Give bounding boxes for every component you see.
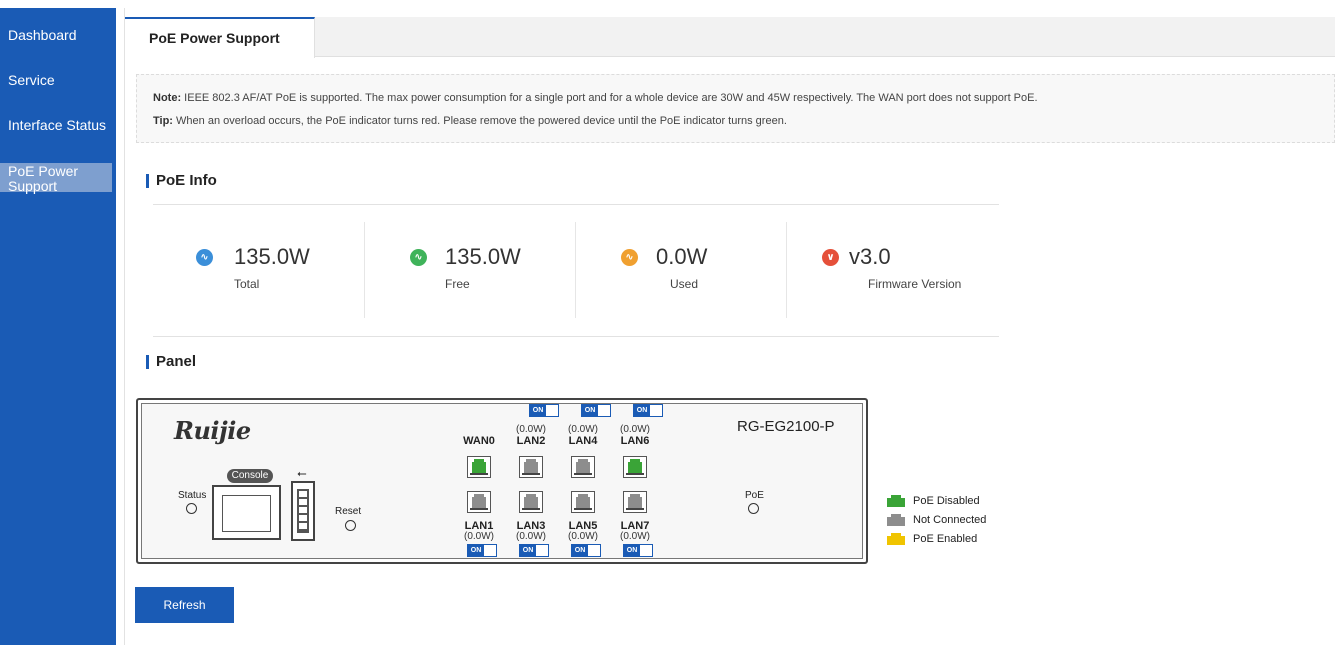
info-total-label: Total (234, 277, 260, 291)
refresh-button[interactable]: Refresh (135, 587, 234, 623)
chevron-down-icon: ∨ (822, 249, 839, 266)
console-port (212, 485, 281, 540)
pulse-icon: ∿ (410, 249, 427, 266)
port-lan2 (519, 456, 543, 478)
info-free: ∿ 135.0W Free (365, 222, 576, 318)
pulse-icon: ∿ (196, 249, 213, 266)
usb-icon: ⭠ (297, 466, 307, 480)
port-watt-lan7: (0.0W) (620, 531, 650, 542)
panel-title: Panel (146, 353, 196, 370)
info-used: ∿ 0.0W Used (576, 222, 787, 318)
usb-port (291, 481, 315, 541)
info-used-value: 0.0W (656, 244, 708, 269)
tip-prefix: Tip: (153, 115, 173, 127)
port-swatch-icon (887, 495, 905, 507)
tip-text: When an overload occurs, the PoE indicat… (176, 115, 787, 127)
info-total-value: 135.0W (234, 244, 310, 269)
port-watt-lan6: (0.0W) (620, 424, 650, 435)
info-total: ∿ 135.0W Total (153, 222, 364, 318)
status-led (186, 503, 197, 514)
port-label-lan4: LAN4 (568, 435, 598, 447)
note-text: IEEE 802.3 AF/AT PoE is supported. The m… (184, 92, 1038, 104)
info-free-value: 135.0W (445, 244, 521, 269)
info-firmware-value: v3.0 (849, 244, 891, 269)
tab-poe-power-support[interactable]: PoE Power Support (125, 17, 315, 58)
pulse-icon: ∿ (621, 249, 638, 266)
info-used-label: Used (670, 277, 699, 291)
info-free-label: Free (445, 277, 470, 291)
note-box: Note: IEEE 802.3 AF/AT PoE is supported.… (136, 74, 1335, 143)
reset-label: Reset (335, 506, 362, 517)
port-swatch-icon (887, 533, 905, 545)
port-label-lan6: LAN6 (620, 435, 650, 447)
legend-label: PoE Enabled (913, 533, 978, 545)
legend-label: PoE Disabled (913, 495, 980, 507)
sidebar-item-service[interactable]: Service (0, 72, 116, 88)
port-wan0 (467, 456, 491, 478)
port-lan7 (623, 491, 647, 513)
toggle-lan7[interactable]: ON (623, 544, 653, 557)
sidebar-item-poe-power-support[interactable]: PoE Power Support (0, 163, 112, 194)
port-lan5 (571, 491, 595, 513)
port-watt-lan5: (0.0W) (568, 531, 598, 542)
console-label: Console (227, 469, 273, 483)
toggle-lan3[interactable]: ON (519, 544, 549, 557)
port-lan1 (467, 491, 491, 513)
note-prefix: Note: (153, 92, 182, 104)
tip-line: Tip: When an overload occurs, the PoE in… (153, 115, 787, 127)
divider (153, 336, 999, 337)
note-line: Note: IEEE 802.3 AF/AT PoE is supported.… (153, 92, 1038, 104)
status-label: Status (178, 490, 207, 501)
port-label-lan2: LAN2 (516, 435, 546, 447)
sidebar-item-dashboard[interactable]: Dashboard (0, 27, 116, 43)
port-watt-lan1: (0.0W) (464, 531, 494, 542)
port-watt-lan3: (0.0W) (516, 531, 546, 542)
divider (153, 204, 999, 205)
legend-label: Not Connected (913, 514, 987, 526)
toggle-lan4[interactable]: ON (581, 404, 611, 417)
sidebar-item-interface-status[interactable]: Interface Status (0, 117, 116, 133)
reset-button[interactable] (345, 520, 356, 531)
info-firmware: ∨ v3.0 Firmware Version (787, 222, 998, 318)
port-lan6 (623, 456, 647, 478)
toggle-lan2[interactable]: ON (529, 404, 559, 417)
info-firmware-label: Firmware Version (868, 277, 962, 291)
device-model: RG-EG2100-P (737, 418, 835, 435)
port-lan4 (571, 456, 595, 478)
toggle-lan6[interactable]: ON (633, 404, 663, 417)
port-watt-lan4: (0.0W) (568, 424, 598, 435)
content-divider (124, 8, 125, 645)
poe-led-label: PoE (745, 490, 764, 501)
poe-info-title: PoE Info (146, 172, 217, 189)
port-label-wan0: WAN0 (463, 435, 495, 447)
brand-logo: Ruijie (174, 416, 251, 445)
port-lan3 (519, 491, 543, 513)
toggle-lan5[interactable]: ON (571, 544, 601, 557)
poe-led (748, 503, 759, 514)
port-watt-lan2: (0.0W) (516, 424, 546, 435)
tab-bar: PoE Power Support (125, 17, 1335, 58)
port-swatch-icon (887, 514, 905, 526)
sidebar: Dashboard Service Interface Status PoE P… (0, 8, 116, 645)
toggle-lan1[interactable]: ON (467, 544, 497, 557)
